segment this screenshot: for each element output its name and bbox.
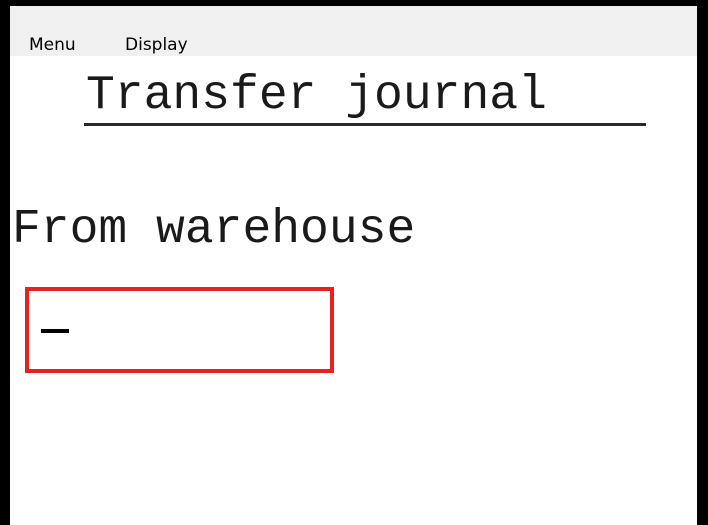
menu-bar: Menu Display: [10, 6, 697, 56]
window-right-border: [697, 0, 708, 525]
menu-item-display[interactable]: Display: [125, 34, 188, 56]
menu-item-menu[interactable]: Menu: [29, 34, 76, 56]
title-underline: [84, 123, 646, 126]
window-left-border: [0, 0, 10, 525]
text-cursor: [41, 329, 69, 333]
page-title: Transfer journal: [86, 69, 547, 123]
from-warehouse-label: From warehouse: [12, 203, 416, 257]
app-window: Menu Display Transfer journal From wareh…: [0, 0, 708, 525]
from-warehouse-input[interactable]: [25, 287, 334, 373]
